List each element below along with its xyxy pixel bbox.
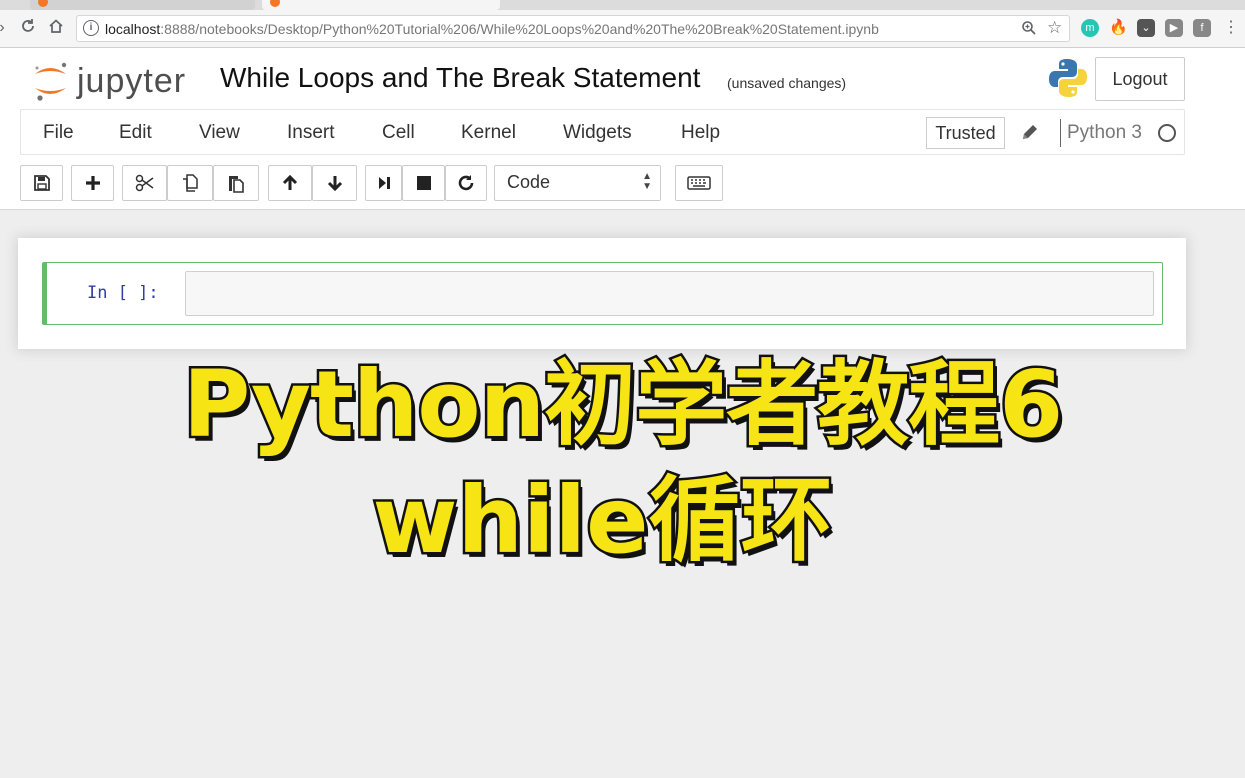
paste-cell-button[interactable] (213, 165, 259, 201)
arrow-up-icon (282, 174, 298, 190)
extension-fire-icon[interactable]: 🔥 (1109, 19, 1128, 37)
menu-edit[interactable]: Edit (119, 122, 152, 144)
menu-file[interactable]: File (43, 122, 74, 144)
stop-icon (416, 176, 431, 190)
overlay-caption-line2: while循环 (370, 465, 835, 577)
copy-cell-button[interactable] (167, 165, 213, 201)
browser-address-bar: › i localhost:8888/notebooks/Desktop/Pyt… (0, 10, 1245, 48)
extension-f-icon[interactable]: f (1193, 19, 1211, 37)
url-field[interactable]: i localhost:8888/notebooks/Desktop/Pytho… (76, 15, 1070, 42)
bookmark-star-icon[interactable]: ☆ (1047, 18, 1062, 38)
jupyter-logo-text: jupyter (77, 62, 187, 100)
step-forward-icon (378, 177, 390, 189)
menu-insert[interactable]: Insert (287, 122, 335, 144)
overlay-caption-line1: Python初学者教程6 (180, 349, 1065, 461)
insert-cell-button[interactable] (71, 165, 114, 201)
jupyter-favicon-icon (270, 0, 280, 7)
kernel-name[interactable]: Python 3 (1067, 122, 1142, 144)
arrow-down-icon (327, 176, 342, 192)
site-info-icon[interactable]: i (83, 20, 99, 36)
menu-widgets[interactable]: Widgets (563, 122, 632, 144)
extension-play-icon[interactable]: ▶ (1165, 19, 1183, 37)
browser-tab-strip (0, 0, 1245, 10)
kernel-divider (1060, 119, 1061, 147)
jupyter-logo[interactable]: jupyter (32, 56, 202, 104)
edit-pencil-icon[interactable] (1019, 121, 1041, 143)
input-prompt: In [ ]: (87, 283, 159, 303)
copy-icon (183, 174, 198, 192)
trusted-badge[interactable]: Trusted (926, 117, 1005, 149)
url-text: localhost:8888/notebooks/Desktop/Python%… (105, 21, 879, 37)
logout-button[interactable]: Logout (1095, 57, 1185, 101)
screen: › i localhost:8888/notebooks/Desktop/Pyt… (0, 0, 1245, 778)
browser-tab-inactive[interactable] (30, 0, 255, 10)
notebook-title[interactable]: While Loops and The Break Statement (220, 62, 700, 94)
extension-pocket-icon[interactable]: ⌄ (1137, 19, 1155, 37)
cell-type-value: Code (507, 172, 551, 192)
menu-view[interactable]: View (199, 122, 240, 144)
command-palette-button[interactable] (675, 165, 723, 201)
menubar: File Edit View Insert Cell Kernel Widget… (20, 109, 1185, 155)
restart-icon (458, 175, 474, 191)
jupyter-favicon-icon (38, 0, 48, 7)
menu-cell[interactable]: Cell (382, 122, 415, 144)
zoom-icon[interactable] (1021, 20, 1037, 39)
jupyter-logo-icon (35, 62, 67, 101)
menu-kernel[interactable]: Kernel (461, 122, 516, 144)
paste-icon (229, 176, 244, 193)
cell-type-select[interactable]: Code ▲ ▼ (494, 165, 661, 201)
save-status: (unsaved changes) (727, 75, 847, 91)
scissors-icon (135, 174, 153, 192)
interrupt-kernel-button[interactable] (402, 165, 445, 201)
extension-m-icon[interactable]: m (1081, 19, 1099, 37)
plus-icon (85, 176, 100, 190)
jupyter-header: jupyter While Loops and The Break Statem… (0, 48, 1245, 210)
move-down-button[interactable] (312, 165, 357, 201)
code-editor[interactable] (185, 271, 1154, 316)
browser-menu-icon[interactable]: ⋮ (1222, 19, 1240, 37)
run-cell-button[interactable] (365, 165, 402, 201)
menu-help[interactable]: Help (681, 122, 720, 144)
browser-tab-active[interactable] (262, 0, 500, 10)
move-up-button[interactable] (268, 165, 312, 201)
restart-kernel-button[interactable] (445, 165, 487, 201)
forward-icon[interactable]: › (0, 18, 12, 38)
save-button[interactable] (20, 165, 63, 201)
cut-cell-button[interactable] (122, 165, 167, 201)
code-cell[interactable]: In [ ]: (42, 262, 1163, 325)
floppy-disk-icon (33, 175, 50, 191)
kernel-idle-indicator-icon (1158, 124, 1176, 142)
home-icon[interactable] (46, 18, 66, 38)
keyboard-icon (687, 176, 711, 190)
python-logo-icon (1049, 59, 1087, 97)
reload-icon[interactable] (18, 18, 38, 38)
select-arrows-icon: ▲ ▼ (642, 171, 652, 192)
